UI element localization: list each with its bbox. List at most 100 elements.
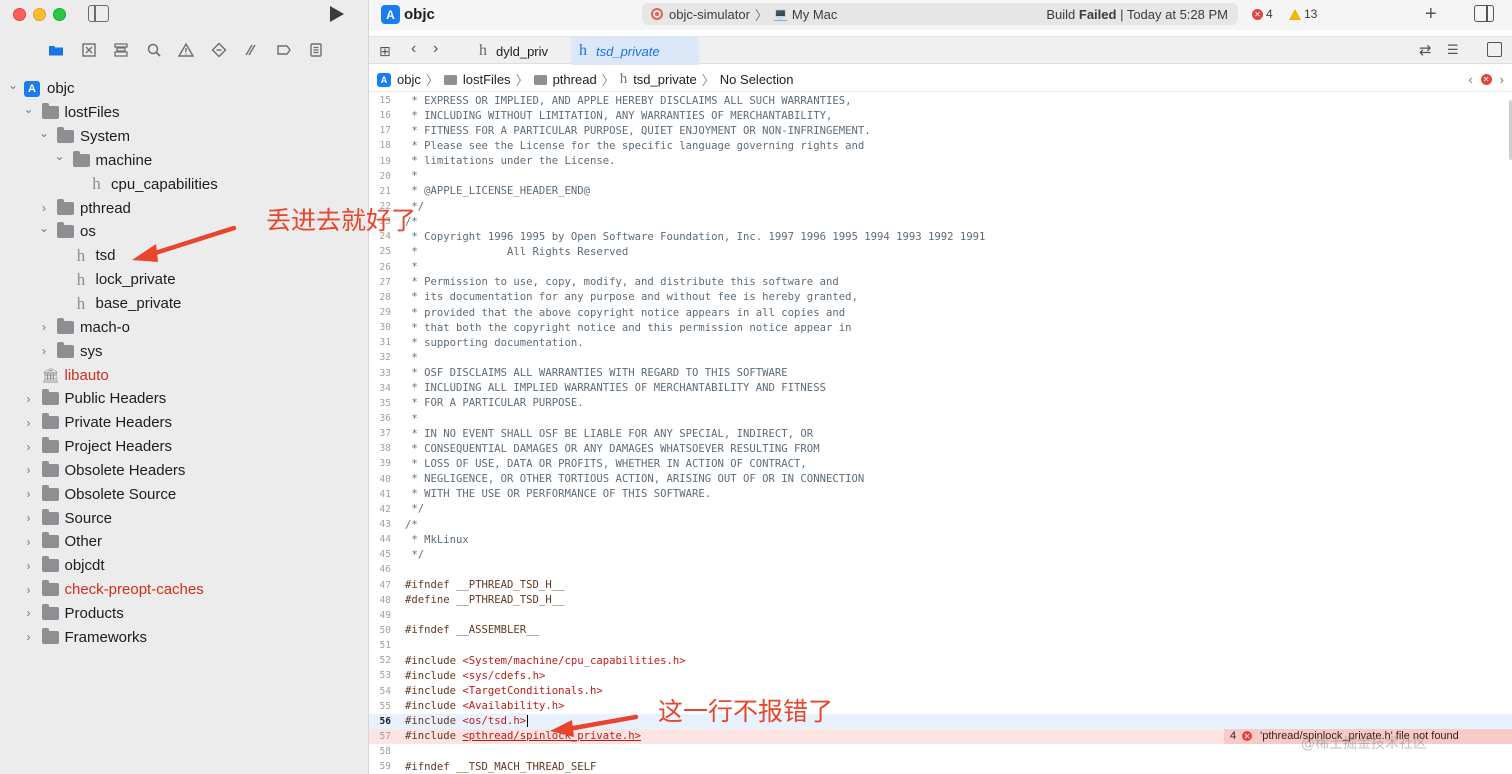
code-line[interactable]: 27 * Permission to use, copy, modify, an… <box>369 275 1512 290</box>
line-number[interactable]: 45 <box>369 549 405 560</box>
line-number[interactable]: 30 <box>369 322 405 333</box>
chevron-down-icon[interactable]: ⌄ <box>37 221 51 235</box>
code-line[interactable]: 20 * <box>369 169 1512 184</box>
chevron-down-icon[interactable]: ⌄ <box>6 78 20 92</box>
issue-navigator-icon[interactable] <box>170 38 203 62</box>
tree-item-cpu-capabilities[interactable]: h cpu_capabilities <box>0 172 368 196</box>
code-line[interactable]: 22 */ <box>369 199 1512 214</box>
code-line[interactable]: 33 * OSF DISCLAIMS ALL WARRANTIES WITH R… <box>369 366 1512 381</box>
tree-item-project-headers[interactable]: › Project Headers <box>0 435 368 459</box>
code-line[interactable]: 31 * supporting documentation. <box>369 335 1512 350</box>
code-line[interactable]: 29 * provided that the above copyright n… <box>369 305 1512 320</box>
tree-item-objc[interactable]: ⌄ Aobjc <box>0 77 368 101</box>
chevron-down-icon[interactable]: ⌄ <box>37 126 51 140</box>
code-line[interactable]: 52 #include <System/machine/cpu_capabilit… <box>369 653 1512 668</box>
add-library-button[interactable]: + <box>1425 3 1437 26</box>
code-line[interactable]: 56 #include <os/tsd.h> <box>369 713 1512 729</box>
line-number[interactable]: 28 <box>369 292 405 303</box>
line-number[interactable]: 37 <box>369 428 405 439</box>
code-line[interactable]: 15 * EXPRESS OR IMPLIED, AND APPLE HEREB… <box>369 93 1512 108</box>
code-line[interactable]: 30 * that both the copyright notice and … <box>369 320 1512 335</box>
code-line[interactable]: 53 #include <sys/cdefs.h> <box>369 668 1512 683</box>
line-number[interactable]: 55 <box>369 701 405 712</box>
debug-navigator-icon[interactable] <box>235 38 268 62</box>
navigate-forward-icon[interactable]: › <box>433 40 438 58</box>
project-navigator-icon[interactable] <box>40 38 73 62</box>
line-number[interactable]: 59 <box>369 761 405 772</box>
code-line[interactable]: 50 #ifndef __ASSEMBLER__ <box>369 623 1512 638</box>
line-number[interactable]: 19 <box>369 156 405 167</box>
tree-item-private-headers[interactable]: › Private Headers <box>0 411 368 435</box>
line-number[interactable]: 50 <box>369 625 405 636</box>
code-line[interactable]: 26 * <box>369 260 1512 275</box>
symbol-navigator-icon[interactable] <box>105 38 138 62</box>
code-line[interactable]: 46 <box>369 562 1512 577</box>
jump-bar-group[interactable]: lostFiles <box>443 72 511 87</box>
line-number[interactable]: 33 <box>369 368 405 379</box>
breakpoint-navigator-icon[interactable] <box>268 38 301 62</box>
jump-bar-selection[interactable]: No Selection <box>720 72 794 87</box>
tree-item-objcdt[interactable]: › objcdt <box>0 554 368 578</box>
chevron-right-icon[interactable]: › <box>22 440 36 454</box>
line-number[interactable]: 41 <box>369 489 405 500</box>
code-line[interactable]: 51 <box>369 638 1512 653</box>
close-window-button[interactable] <box>13 8 26 21</box>
find-navigator-icon[interactable] <box>138 38 171 62</box>
scheme-target[interactable]: objc-simulator <box>669 7 750 22</box>
jump-bar-project[interactable]: Aobjc <box>377 72 421 87</box>
line-number[interactable]: 21 <box>369 186 405 197</box>
chevron-right-icon[interactable]: › <box>22 487 36 501</box>
line-number[interactable]: 31 <box>369 337 405 348</box>
line-number[interactable]: 18 <box>369 140 405 151</box>
line-number[interactable]: 17 <box>369 125 405 136</box>
code-line[interactable]: 45 */ <box>369 547 1512 562</box>
code-line[interactable]: 34 * INCLUDING ALL IMPLIED WARRANTIES OF… <box>369 381 1512 396</box>
code-line[interactable]: 19 * limitations under the License. <box>369 154 1512 169</box>
code-line[interactable]: 35 * FOR A PARTICULAR PURPOSE. <box>369 396 1512 411</box>
code-line[interactable]: 21 * @APPLE_LICENSE_HEADER_END@ <box>369 184 1512 199</box>
code-line[interactable]: 38 * CONSEQUENTIAL DAMAGES OR ANY DAMAGE… <box>369 441 1512 456</box>
tree-item-other[interactable]: › Other <box>0 530 368 554</box>
error-count[interactable]: ✕ 4 <box>1252 7 1273 21</box>
code-line[interactable]: 54 #include <TargetConditionals.h> <box>369 683 1512 698</box>
line-number[interactable]: 53 <box>369 670 405 681</box>
code-line[interactable]: 48 #define __PTHREAD_TSD_H__ <box>369 593 1512 608</box>
line-number[interactable]: 46 <box>369 564 405 575</box>
chevron-right-icon[interactable]: › <box>22 463 36 477</box>
chevron-right-icon[interactable]: › <box>22 559 36 573</box>
code-line[interactable]: 17 * FITNESS FOR A PARTICULAR PURPOSE, Q… <box>369 123 1512 138</box>
toggle-sidebar-icon[interactable] <box>88 5 109 22</box>
test-navigator-icon[interactable] <box>203 38 236 62</box>
code-review-icon[interactable]: ⇄ <box>1419 41 1432 59</box>
line-number[interactable]: 38 <box>369 443 405 454</box>
line-number[interactable]: 36 <box>369 413 405 424</box>
source-editor[interactable]: 15 * EXPRESS OR IMPLIED, AND APPLE HEREB… <box>369 93 1512 774</box>
line-number[interactable]: 44 <box>369 534 405 545</box>
chevron-right-icon[interactable]: › <box>22 511 36 525</box>
chevron-right-icon[interactable]: › <box>22 583 36 597</box>
line-number[interactable]: 51 <box>369 640 405 651</box>
line-number[interactable]: 48 <box>369 595 405 606</box>
toggle-inspector-icon[interactable] <box>1474 5 1494 22</box>
code-line[interactable]: 49 <box>369 608 1512 623</box>
line-number[interactable]: 35 <box>369 398 405 409</box>
line-number[interactable]: 16 <box>369 110 405 121</box>
line-number[interactable]: 47 <box>369 580 405 591</box>
next-issue-icon[interactable]: › <box>1500 72 1504 87</box>
code-line[interactable]: 55 #include <Availability.h> <box>369 699 1512 714</box>
jump-bar-file[interactable]: h tsd_private <box>620 71 697 88</box>
error-icon[interactable]: ✕ <box>1480 74 1492 85</box>
tree-item-base-private[interactable]: h base_private <box>0 292 368 316</box>
tab-tsd-private[interactable]: h tsd_private <box>571 37 699 65</box>
tree-item-lostfiles[interactable]: ⌄ lostFiles <box>0 101 368 125</box>
navigate-back-icon[interactable]: ‹ <box>411 40 416 58</box>
code-line[interactable]: 24 * Copyright 1996 1995 by Open Softwar… <box>369 229 1512 244</box>
code-line[interactable]: 36 * <box>369 411 1512 426</box>
line-number[interactable]: 42 <box>369 504 405 515</box>
tree-item-public-headers[interactable]: › Public Headers <box>0 387 368 411</box>
report-navigator-icon[interactable] <box>300 38 333 62</box>
tree-item-check-preopt-caches[interactable]: › check-preopt-caches <box>0 578 368 602</box>
warning-count[interactable]: 13 <box>1289 7 1317 21</box>
chevron-right-icon[interactable]: › <box>22 606 36 620</box>
tree-item-system[interactable]: ⌄ System <box>0 125 368 149</box>
